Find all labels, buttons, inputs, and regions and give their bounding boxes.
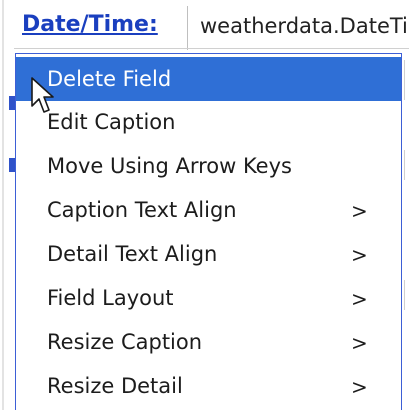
hidden-field-border (404, 60, 405, 100)
menu-item-label: Caption Text Align (47, 198, 237, 222)
menu-item-label: Resize Caption (47, 330, 203, 354)
menu-item-field-layout[interactable]: Field Layout > (16, 276, 401, 320)
submenu-arrow-icon: > (351, 243, 368, 267)
menu-item-move-using-arrow-keys[interactable]: Move Using Arrow Keys (16, 144, 401, 188)
field-divider (187, 6, 188, 50)
field-context-menu: Delete Field Edit Caption Move Using Arrow… (15, 53, 402, 410)
submenu-arrow-icon: > (351, 199, 368, 223)
menu-item-label: Edit Caption (47, 110, 176, 134)
canvas-left-edge (2, 0, 4, 410)
submenu-arrow-icon: > (351, 331, 368, 355)
mouse-pointer-icon (31, 77, 54, 113)
submenu-arrow-icon: > (351, 287, 368, 311)
menu-item-detail-text-align[interactable]: Detail Text Align > (16, 232, 401, 276)
field-caption-date-time[interactable]: Date/Time: (22, 12, 158, 37)
submenu-arrow-icon: > (351, 375, 368, 399)
menu-item-label: Delete Field (47, 67, 172, 91)
hidden-field-border (404, 150, 405, 180)
menu-item-label: Field Layout (47, 286, 174, 310)
menu-item-label: Resize Detail (47, 374, 183, 398)
menu-item-delete-field[interactable]: Delete Field (16, 57, 401, 101)
menu-item-label: Move Using Arrow Keys (47, 154, 292, 178)
menu-item-label: Detail Text Align (47, 242, 218, 266)
form-designer-canvas: Date/Time: weatherdata.DateTime Delete F… (0, 0, 409, 410)
menu-item-resize-detail[interactable]: Resize Detail > (16, 364, 401, 408)
field-detail-date-time[interactable]: weatherdata.DateTime (200, 14, 409, 38)
menu-item-caption-text-align[interactable]: Caption Text Align > (16, 188, 401, 232)
menu-item-edit-caption[interactable]: Edit Caption (16, 100, 401, 144)
row-separator (14, 48, 409, 49)
menu-item-resize-caption[interactable]: Resize Caption > (16, 320, 401, 364)
hidden-field-border (404, 280, 405, 310)
